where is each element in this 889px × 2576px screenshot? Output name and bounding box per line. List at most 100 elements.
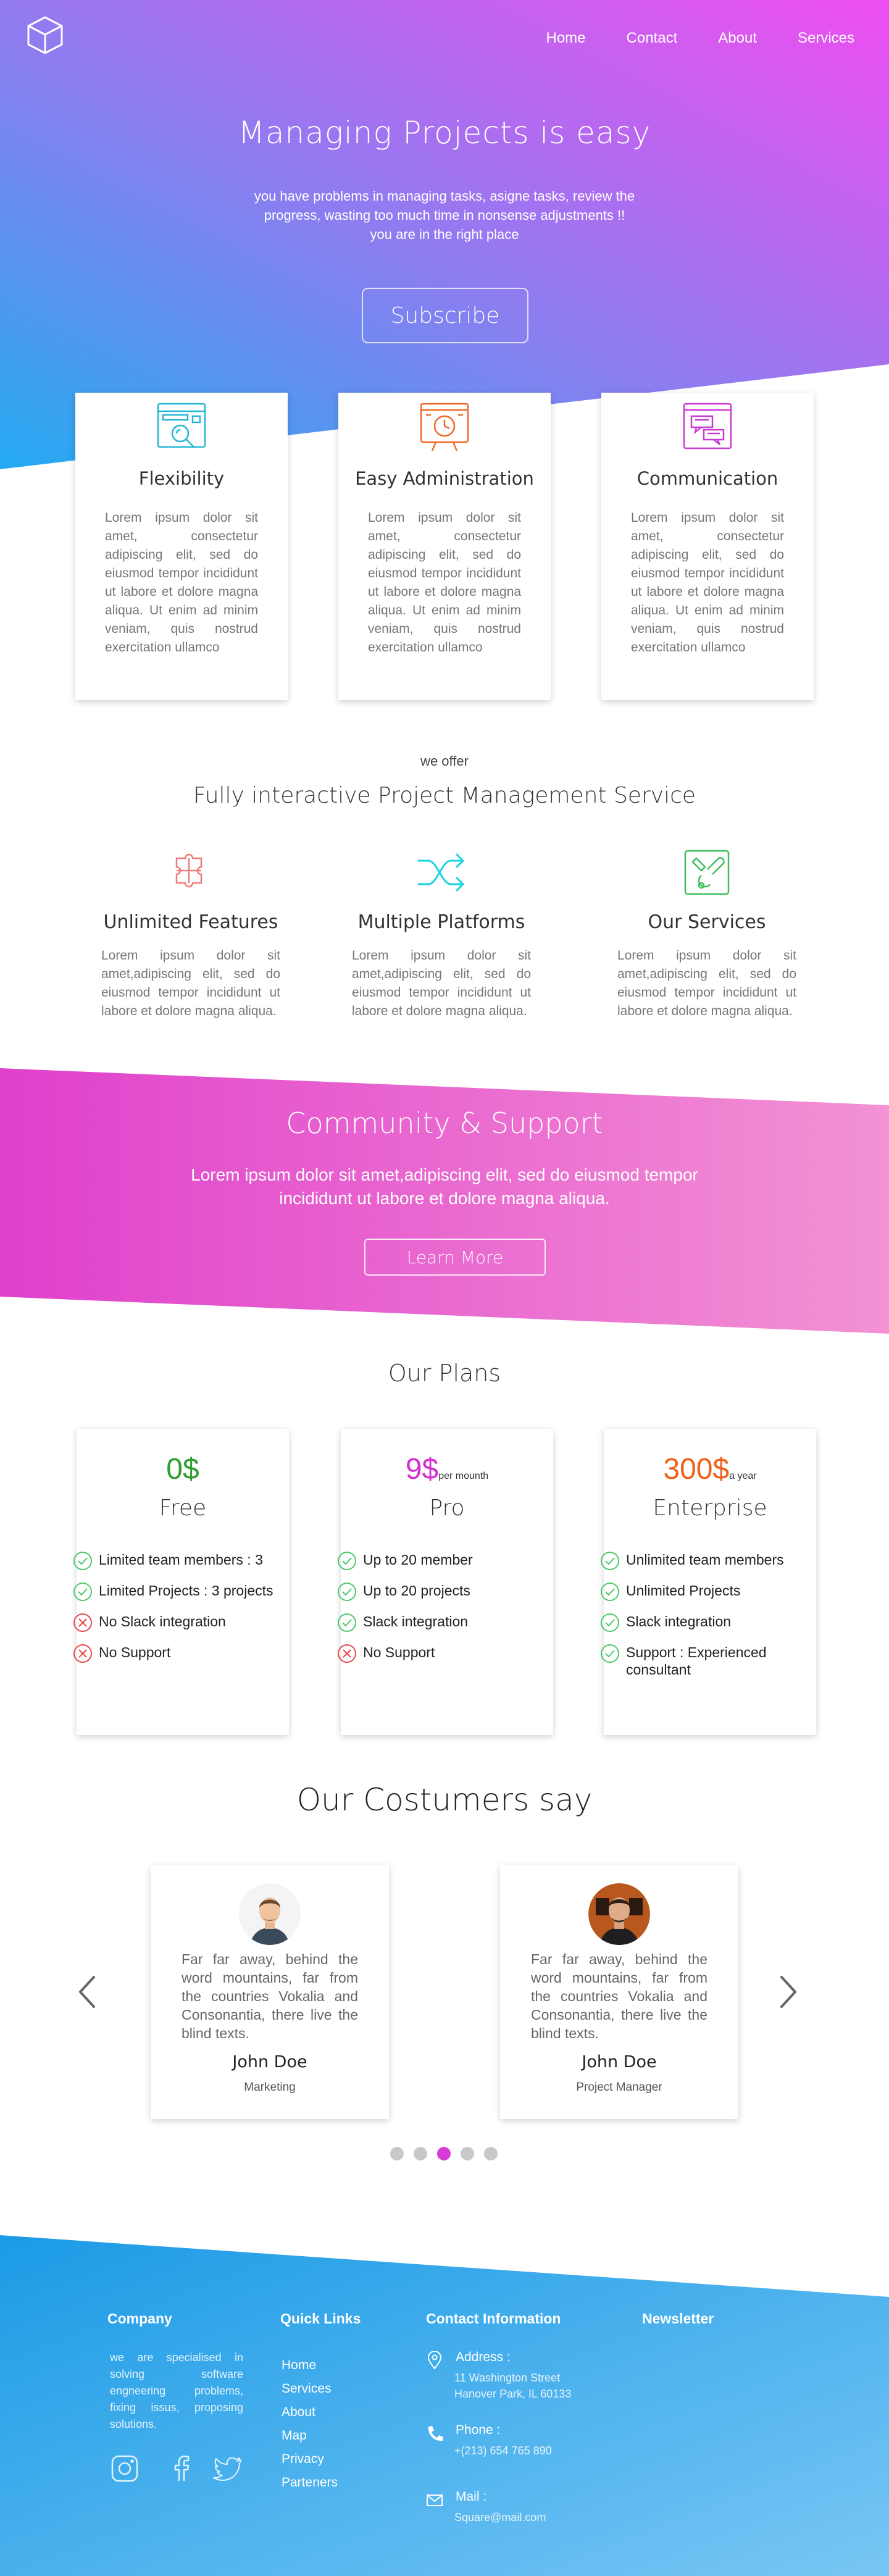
plan-price-value: 300$ xyxy=(663,1453,730,1486)
testimonial-card: Far far away, behind the word mountains,… xyxy=(500,1865,738,2119)
footer-company-title: Company xyxy=(107,2310,172,2327)
plan-features: Limited team members : 3 Limited Project… xyxy=(73,1551,289,1675)
plan-feature-text: Limited team members : 3 xyxy=(99,1552,263,1568)
plan-features: Unlimited team members Unlimited Project… xyxy=(600,1551,816,1689)
testimonial-name: John Doe xyxy=(232,2052,307,2072)
service-title: Multiple Platforms xyxy=(357,911,525,933)
carousel-dot-active[interactable] xyxy=(437,2147,451,2160)
footer-link-map[interactable]: Map xyxy=(282,2424,338,2448)
facebook-icon[interactable] xyxy=(165,2453,198,2485)
x-circle-icon xyxy=(73,1613,92,1632)
feature-title: Easy Administration xyxy=(355,468,534,489)
plan-feature-text: Slack integration xyxy=(363,1613,469,1629)
plan-card-enterprise[interactable]: 300$a year Enterprise Unlimited team mem… xyxy=(601,1429,816,1735)
service-unlimited-features: Unlimited Features Lorem ipsum dolor sit… xyxy=(101,845,280,1021)
carousel-dot[interactable] xyxy=(484,2147,498,2160)
cube-logo-icon[interactable] xyxy=(23,14,67,57)
service-text: Lorem ipsum dolor sit amet,adipiscing el… xyxy=(352,948,531,1018)
carousel-dot[interactable] xyxy=(414,2147,427,2160)
testimonial-text: Far far away, behind the word mountains,… xyxy=(182,1951,358,2041)
feature-text: Lorem ipsum dolor sit amet, consectetur … xyxy=(368,511,521,654)
footer-link-privacy[interactable]: Privacy xyxy=(282,2448,338,2471)
check-circle-icon xyxy=(601,1583,619,1601)
plan-feature: Up to 20 member xyxy=(337,1551,553,1571)
footer-quick-links: Home Services About Map Privacy Partener… xyxy=(282,2354,338,2494)
plan-feature: Support : Experienced consultant xyxy=(600,1644,816,1678)
footer-link-parteners[interactable]: Parteners xyxy=(282,2471,338,2494)
plan-features: Up to 20 member Up to 20 projects Slack … xyxy=(337,1551,553,1675)
nav-home[interactable]: Home xyxy=(546,30,586,47)
x-circle-icon xyxy=(338,1644,356,1663)
plan-feature-text: No Support xyxy=(363,1644,435,1660)
check-circle-icon xyxy=(338,1613,356,1632)
plan-feature-text: Support : Experienced consultant xyxy=(626,1644,767,1678)
plan-feature-text: Up to 20 member xyxy=(363,1552,473,1568)
plan-feature: Limited team members : 3 xyxy=(73,1551,289,1571)
dashboard-search-icon xyxy=(157,403,206,448)
plan-name: Free xyxy=(159,1495,207,1521)
carousel-dot[interactable] xyxy=(390,2147,404,2160)
check-circle-icon xyxy=(73,1552,92,1570)
twitter-icon[interactable] xyxy=(212,2453,244,2485)
mail-label: Mail : xyxy=(456,2490,487,2504)
plan-feature-text: Unlimited team members xyxy=(626,1552,784,1568)
phone-icon xyxy=(428,2426,443,2441)
avatar xyxy=(588,1883,650,1945)
plan-card-free[interactable]: 0$ Free Limited team members : 3 Limited… xyxy=(73,1429,289,1735)
mail-value[interactable]: Square@mail.com xyxy=(454,2509,546,2525)
avatar xyxy=(239,1883,301,1945)
plan-price-value: 0$ xyxy=(166,1453,199,1486)
plan-feature-text: No Support xyxy=(99,1644,171,1660)
subscribe-button[interactable]: Subscribe xyxy=(362,288,528,343)
testimonials-title: Our Costumers say xyxy=(296,1782,593,1818)
plan-feature: Slack integration xyxy=(337,1613,553,1633)
check-circle-icon xyxy=(601,1613,619,1632)
offer-title: Fully interactive Project Management Ser… xyxy=(193,783,696,808)
nav-about[interactable]: About xyxy=(718,30,757,47)
check-circle-icon xyxy=(338,1583,356,1601)
hero-subtitle-line: progress, wasting too much time in nonse… xyxy=(264,207,625,223)
footer-link-services[interactable]: Services xyxy=(282,2377,338,2401)
community-text: Lorem ipsum dolor sit amet,adipiscing el… xyxy=(161,1163,728,1210)
testimonial-name: John Doe xyxy=(582,2052,657,2072)
footer-newsletter-title: Newsletter xyxy=(642,2310,714,2327)
learn-more-button[interactable]: Learn More xyxy=(364,1239,546,1276)
instagram-icon[interactable] xyxy=(109,2453,141,2485)
service-title: Our Services xyxy=(648,911,766,933)
carousel-dot[interactable] xyxy=(461,2147,474,2160)
service-title: Unlimited Features xyxy=(103,911,278,933)
feature-text: Lorem ipsum dolor sit amet, consectetur … xyxy=(631,511,784,654)
address-line: Hanover Park, IL 60133 xyxy=(454,2388,572,2400)
community-text-line: incididunt ut labore et dolore magna ali… xyxy=(279,1189,610,1208)
chevron-right-icon[interactable] xyxy=(775,1972,800,2012)
chat-window-icon xyxy=(683,403,732,450)
footer-link-home[interactable]: Home xyxy=(282,2354,338,2377)
mail-icon xyxy=(427,2494,443,2506)
nav-contact[interactable]: Contact xyxy=(627,30,678,47)
map-pin-icon xyxy=(427,2351,442,2370)
hero-title: Managing Projects is easy xyxy=(238,115,651,151)
service-our-services: Our Services Lorem ipsum dolor sit amet,… xyxy=(617,845,796,1021)
plan-feature-text: No Slack integration xyxy=(99,1613,226,1629)
service-text: Lorem ipsum dolor sit amet,adipiscing el… xyxy=(617,948,796,1018)
shuffle-icon xyxy=(417,853,464,892)
feature-card-flexibility: Flexibility Lorem ipsum dolor sit amet, … xyxy=(75,393,288,700)
plan-price: 9$per mounth xyxy=(341,1452,553,1486)
plan-feature: No Slack integration xyxy=(73,1613,289,1633)
plan-price: 300$a year xyxy=(604,1452,816,1486)
plan-card-pro[interactable]: 9$per mounth Pro Up to 20 member Up to 2… xyxy=(338,1429,553,1735)
carousel-dots xyxy=(390,2147,498,2160)
plan-feature-text: Unlimited Projects xyxy=(626,1583,741,1599)
address-line: 11 Washington Street xyxy=(454,2372,561,2384)
feature-text: Lorem ipsum dolor sit amet, consectetur … xyxy=(105,511,258,654)
nav-services[interactable]: Services xyxy=(798,30,854,47)
plan-feature-text: Slack integration xyxy=(626,1613,732,1629)
phone-value[interactable]: +(213) 654 765 890 xyxy=(454,2443,552,2459)
check-circle-icon xyxy=(601,1644,619,1663)
plan-feature-text: Up to 20 projects xyxy=(363,1583,470,1599)
footer-contact-title: Contact Information xyxy=(426,2310,561,2327)
chevron-left-icon[interactable] xyxy=(75,1972,100,2012)
community-text-line: Lorem ipsum dolor sit amet,adipiscing el… xyxy=(191,1165,698,1184)
service-multiple-platforms: Multiple Platforms Lorem ipsum dolor sit… xyxy=(352,845,531,1021)
footer-link-about[interactable]: About xyxy=(282,2401,338,2424)
